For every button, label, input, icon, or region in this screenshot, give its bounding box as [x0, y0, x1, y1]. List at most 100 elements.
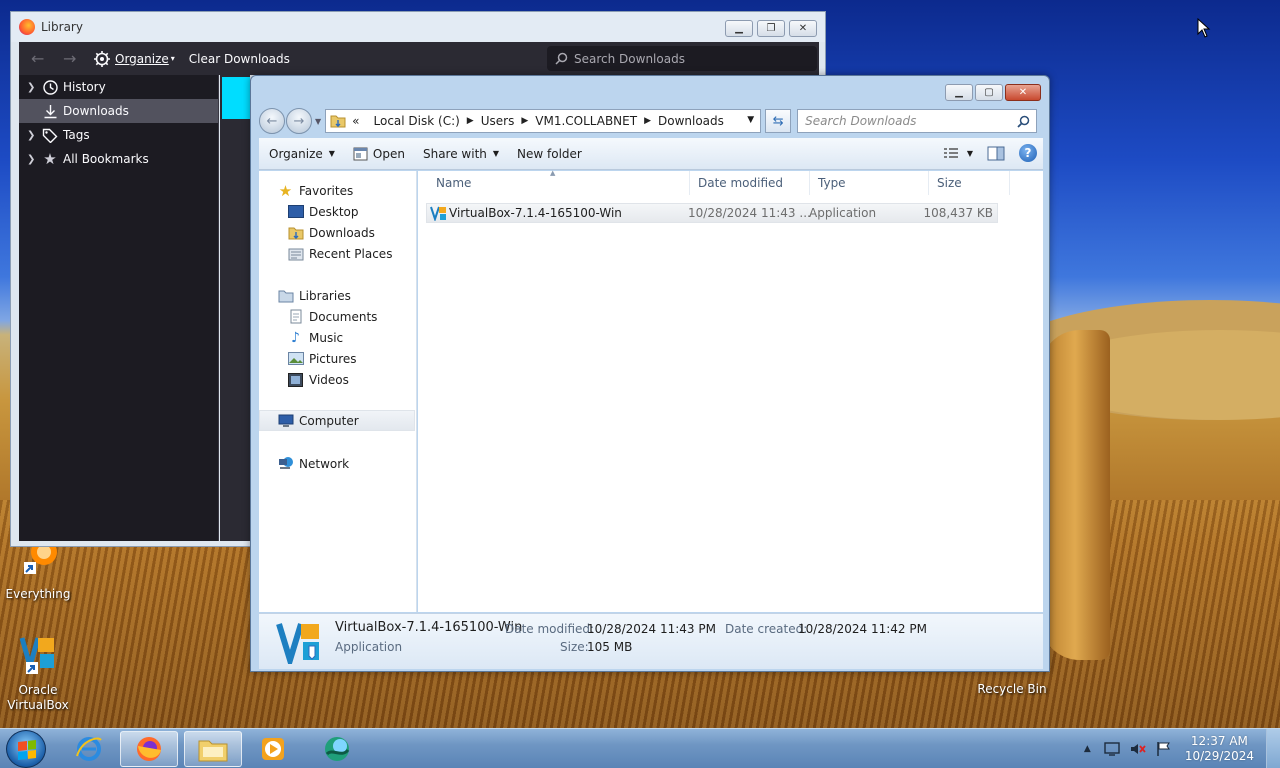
tree-item-label: Downloads [63, 104, 129, 118]
clear-downloads-button[interactable]: Clear Downloads [189, 52, 290, 66]
tree-item-all-bookmarks[interactable]: ❯ ★ All Bookmarks [19, 147, 218, 171]
show-hidden-icons-button[interactable]: ▲ [1084, 744, 1091, 754]
library-search-input[interactable]: Search Downloads [547, 46, 817, 71]
address-bar[interactable]: « Local Disk (C:) ▶ Users ▶ VM1.COLLABNE… [325, 109, 762, 133]
nav-label: Music [309, 330, 344, 345]
breadcrumb-separator-icon[interactable]: ▶ [521, 116, 528, 126]
help-icon[interactable]: ? [1019, 144, 1037, 162]
download-icon [41, 103, 59, 119]
recent-pages-dropdown[interactable]: ▼ [315, 117, 321, 126]
nav-label: Documents [309, 309, 378, 324]
address-dropdown-icon[interactable]: ▼ [747, 115, 754, 125]
chevron-right-icon[interactable]: ❯ [27, 130, 41, 141]
breadcrumb-overflow[interactable]: « [352, 114, 359, 128]
close-button[interactable]: ✕ [1005, 84, 1041, 101]
chevron-right-icon[interactable]: ❯ [27, 82, 41, 93]
explorer-window: ▁ ▢ ✕ ← → ▼ « Local Disk (C:) ▶ Users ▶ … [250, 75, 1050, 672]
restore-button[interactable]: ❐ [757, 20, 785, 37]
download-item-highlight[interactable] [222, 77, 250, 119]
nav-documents[interactable]: Documents [287, 306, 377, 327]
close-button[interactable]: ✕ [789, 20, 817, 37]
star-icon: ★ [43, 150, 57, 168]
desktop-icon-recycle-bin[interactable]: Recycle Bin [974, 682, 1050, 697]
nav-favorites[interactable]: ★ Favorites [277, 180, 353, 201]
clock[interactable]: 12:37 AM 10/29/2024 [1185, 734, 1254, 764]
tree-item-label: History [63, 80, 106, 94]
forward-arrow-icon[interactable]: → [63, 49, 83, 68]
nav-label: Computer [299, 413, 359, 428]
refresh-button[interactable]: ⇆ [765, 109, 792, 133]
taskbar-media-player[interactable] [244, 731, 302, 767]
column-header-type[interactable]: Type [810, 171, 929, 195]
address-row: ← → ▼ « Local Disk (C:) ▶ Users ▶ VM1.CO… [259, 108, 1043, 134]
tree-item-tags[interactable]: ❯ Tags [19, 123, 218, 147]
breadcrumb-user-folder[interactable]: VM1.COLLABNET [535, 114, 637, 128]
breadcrumb-separator-icon[interactable]: ▶ [467, 116, 474, 126]
desktop-icon-label: Recycle Bin [977, 682, 1047, 696]
nav-music[interactable]: ♪ Music [287, 327, 343, 348]
taskbar-app[interactable] [308, 731, 366, 767]
sort-arrow-icon: ▲ [550, 169, 556, 177]
share-label: Share with [422, 146, 487, 161]
forward-button[interactable]: → [286, 108, 312, 134]
breadcrumb-users[interactable]: Users [481, 114, 515, 128]
nav-videos[interactable]: Videos [287, 369, 349, 390]
organize-button[interactable]: Organize ▼ [269, 147, 335, 161]
search-placeholder: Search Downloads [574, 51, 685, 66]
globe-app-icon [325, 737, 350, 761]
maximize-button[interactable]: ▢ [975, 84, 1003, 101]
tree-item-history[interactable]: ❯ History [19, 75, 218, 99]
column-label: Date modified [698, 176, 784, 190]
taskbar-internet-explorer[interactable] [60, 731, 118, 767]
file-date: 10/28/2024 11:43 ... [688, 206, 811, 220]
column-header-date[interactable]: Date modified [690, 171, 810, 195]
column-header-name[interactable]: Name ▲ [428, 169, 690, 195]
column-header-size[interactable]: Size [929, 171, 1010, 195]
explorer-search-input[interactable]: Search Downloads [797, 109, 1038, 133]
nav-pictures[interactable]: Pictures [287, 348, 357, 369]
tree-item-downloads[interactable]: Downloads [19, 99, 218, 123]
details-pane: VirtualBox-7.1.4-165100-Win Application … [259, 613, 1043, 669]
action-center-icon[interactable] [1103, 741, 1121, 757]
nav-network[interactable]: Network [277, 453, 349, 474]
media-player-icon [262, 738, 284, 760]
pictures-icon [287, 351, 304, 366]
chevron-right-icon[interactable]: ❯ [27, 154, 41, 165]
minimize-button[interactable]: ▁ [725, 20, 753, 37]
taskbar-explorer[interactable] [184, 731, 242, 767]
nav-desktop[interactable]: Desktop [287, 201, 359, 222]
nav-recent-places[interactable]: Recent Places [287, 243, 392, 264]
clock-time: 12:37 AM [1190, 734, 1248, 748]
chevron-down-icon: ▼ [328, 149, 335, 158]
clock-date: 10/29/2024 [1184, 749, 1254, 763]
back-button[interactable]: ← [259, 108, 285, 134]
back-arrow-icon[interactable]: ← [31, 49, 51, 68]
change-view-button[interactable]: ▼ [943, 147, 973, 159]
mouse-cursor-icon [1197, 18, 1211, 38]
taskbar-firefox[interactable] [120, 731, 178, 767]
open-button[interactable]: Open [353, 147, 405, 161]
breadcrumb-downloads[interactable]: Downloads [658, 114, 724, 128]
nav-downloads[interactable]: Downloads [287, 222, 375, 243]
desktop-icon-virtualbox[interactable]: Oracle VirtualBox [0, 632, 76, 713]
details-created-label: Date created: [725, 622, 808, 636]
nav-label: Downloads [309, 225, 375, 240]
show-desktop-button[interactable] [1266, 729, 1280, 768]
minimize-button[interactable]: ▁ [945, 84, 973, 101]
organize-menu[interactable]: Organize ▾ [93, 50, 175, 68]
volume-muted-icon[interactable] [1129, 741, 1147, 757]
file-row[interactable]: VirtualBox-7.1.4-165100-Win 10/28/2024 1… [426, 203, 998, 223]
virtualbox-icon [19, 637, 54, 676]
new-folder-button[interactable]: New folder [517, 147, 582, 161]
network-icon [277, 456, 294, 471]
breadcrumb-separator-icon[interactable]: ▶ [644, 116, 651, 126]
nav-libraries[interactable]: Libraries [277, 285, 351, 306]
flag-icon[interactable] [1155, 741, 1173, 757]
new-folder-label: New folder [517, 146, 582, 161]
breadcrumb-local-disk[interactable]: Local Disk (C:) [374, 114, 460, 128]
start-button[interactable] [6, 730, 46, 768]
preview-pane-icon[interactable] [987, 146, 1005, 161]
library-titlebar[interactable]: Library [11, 12, 825, 42]
share-with-button[interactable]: Share with ▼ [423, 147, 499, 161]
nav-computer[interactable]: Computer [259, 410, 415, 431]
